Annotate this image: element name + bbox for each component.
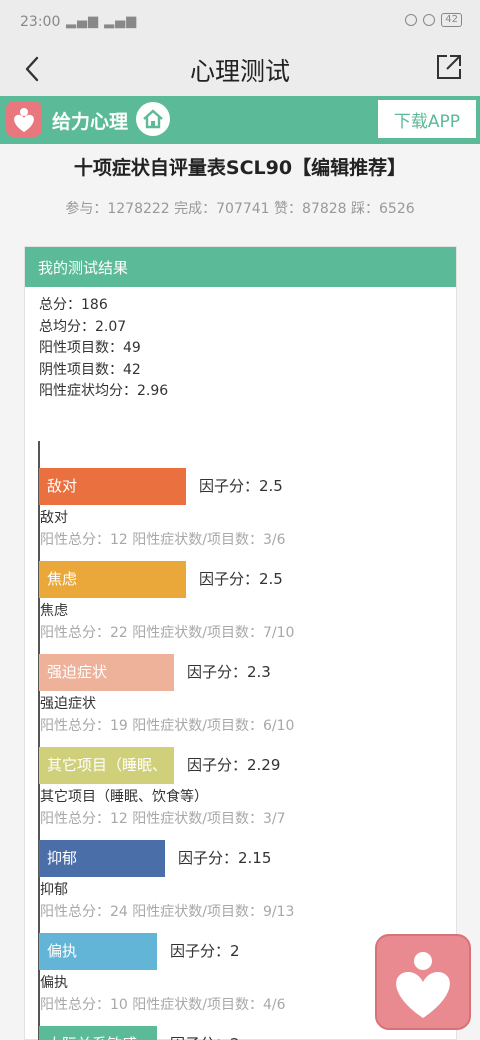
battery-icon: 42 <box>441 13 462 27</box>
factor-score: 因子分：2.29 <box>187 756 281 774</box>
signal-icon: ▂▄▆ ▂▄▆ <box>66 14 138 29</box>
factor-name: 抑郁 <box>40 882 68 898</box>
floating-app-button[interactable] <box>375 934 471 1030</box>
total-score: 总分：186 <box>39 297 108 313</box>
negative-count: 阴性项目数：42 <box>39 361 141 378</box>
status-icons: 42 <box>405 13 462 27</box>
factor-score: 因子分：2 <box>170 942 240 960</box>
positive-count: 阳性项目数：49 <box>39 340 141 356</box>
factor-bar: 偏执 <box>39 933 157 970</box>
result-card: 我的测试结果 总分：186 总均分：2.07 阳性项目数：49 阴性项目数：42… <box>24 246 457 1040</box>
factor-row: 其它项目（睡眠、 因子分：2.29 其它项目（睡眠、饮食等） 阳性总分：12 阳性症状… <box>38 720 458 827</box>
status-bar: 23:00 ▂▄▆ ▂▄▆ 42 <box>0 0 480 44</box>
page-title: 心理测试 <box>189 57 290 86</box>
factor-bar: 其它项目（睡眠、 <box>39 747 174 784</box>
title-bar: 心理测试 <box>0 44 480 96</box>
factor-row: 抑郁 因子分：2.15 抑郁 阳性总分：24 阳性症状数/项目数：9/13 <box>38 813 458 920</box>
result-header: 我的测试结果 <box>25 247 456 287</box>
average-score: 总均分：2.07 <box>39 318 127 335</box>
status-time: 23:00 <box>20 14 61 30</box>
factor-name: 偏执 <box>40 975 68 991</box>
factor-row: 强迫症状 因子分：2.3 强迫症状 阳性总分：19 阳性症状数/项目数：6/10 <box>38 627 458 734</box>
brand-logo <box>6 101 42 137</box>
factor-bar: 焦虑 <box>39 561 186 598</box>
download-app-button[interactable]: 下载APP <box>378 100 476 138</box>
test-title: 十项症状自评量表SCL90【编辑推荐】 <box>73 157 407 179</box>
factor-name: 其它项目（睡眠、饮食等） <box>40 789 208 805</box>
factor-bar: 人际关系敏感 <box>39 1026 157 1040</box>
share-icon[interactable] <box>434 52 464 82</box>
test-stats: 参与：1278222 完成：707741 赞：87828 踩：6526 <box>65 201 415 217</box>
brand-bar: 给力心理 下载APP <box>0 96 480 144</box>
result-summary: 总分：186 总均分：2.07 阳性项目数：49 阴性项目数：42 阳性症状均分… <box>25 287 456 403</box>
factor-score: 因子分：2.15 <box>178 849 272 867</box>
factor-score: 因子分：2 <box>170 1026 240 1040</box>
heart-icon <box>14 108 34 132</box>
positive-average: 阳性症状均分：2.96 <box>39 383 169 399</box>
home-icon[interactable] <box>136 102 170 136</box>
factor-name: 焦虑 <box>40 603 68 619</box>
factor-score: 因子分：2.5 <box>199 477 283 495</box>
factor-row: 焦虑 因子分：2.5 焦虑 阳性总分：22 阳性症状数/项目数：7/10 <box>38 534 458 641</box>
brand-name: 给力心理 <box>52 111 129 133</box>
factor-bar: 抑郁 <box>39 840 165 877</box>
factor-score: 因子分：2.5 <box>199 570 283 588</box>
factor-bar: 敌对 <box>39 468 186 505</box>
notification-icon <box>405 14 418 26</box>
factor-row: 敌对 因子分：2.5 敌对 阳性总分：12 阳性症状数/项目数：3/6 <box>38 441 458 548</box>
factor-bar: 强迫症状 <box>39 654 174 691</box>
heart-icon <box>396 952 450 1018</box>
alarm-icon <box>423 14 436 26</box>
factor-name: 强迫症状 <box>40 696 96 712</box>
factor-name: 敌对 <box>40 510 68 526</box>
factor-score: 因子分：2.3 <box>187 663 271 681</box>
